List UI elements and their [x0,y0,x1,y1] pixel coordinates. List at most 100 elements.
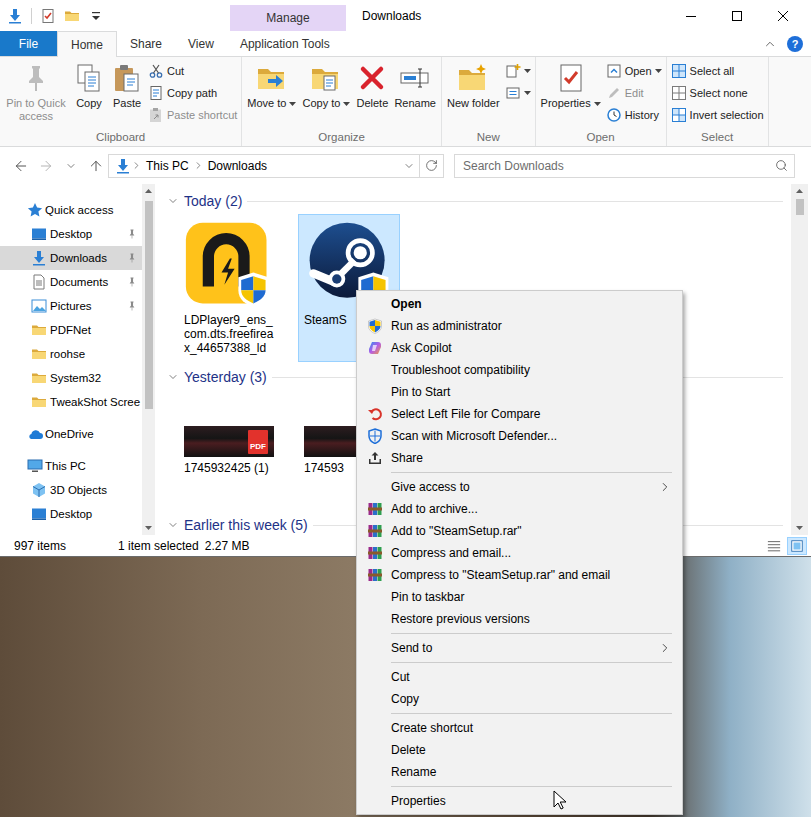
ribbon-small-button[interactable]: Select all [669,60,766,82]
ribbon-large-button[interactable]: Copy to [299,59,353,110]
menu-item[interactable]: Compress to "SteamSetup.rar" and email [357,564,682,586]
view-button[interactable] [764,537,784,555]
up-button[interactable] [83,154,108,178]
nav-item[interactable]: This PC [0,454,142,478]
ribbon-large-button[interactable]: Paste [108,59,146,110]
file-list-scrollbar[interactable] [791,184,808,535]
ribbon-group: New folderNew [442,57,536,146]
nav-section: Quick accessDesktopDownloadsDocumentsPic… [0,198,142,414]
menu-item[interactable]: Cut [357,666,682,688]
menu-item[interactable]: Run as administrator [357,315,682,337]
menu-item[interactable]: Delete [357,739,682,761]
menu-item[interactable]: Pin to taskbar [357,586,682,608]
scroll-thumb[interactable] [796,199,804,215]
file-item[interactable]: LDPlayer9_ens_com.dts.freefireax_4465738… [178,214,280,362]
ribbon-small-button[interactable]: Paste shortcut [146,104,239,126]
refresh-icon [425,159,438,172]
recent-locations-button[interactable] [58,154,83,178]
forward-button[interactable] [33,154,58,178]
ribbon-large-button[interactable]: Properties [538,59,604,110]
menu-item[interactable]: Restore previous versions [357,608,682,630]
search-field[interactable]: Search Downloads [454,154,795,178]
menu-item[interactable]: Troubleshoot compatibility [357,359,682,381]
view-button[interactable] [787,537,807,555]
nav-item[interactable]: TweakShot Scree [0,390,142,414]
close-button[interactable] [760,0,806,31]
maximize-button[interactable] [714,0,760,31]
copy-to-icon [310,62,342,94]
large-icons-view-icon [790,539,804,553]
menu-item[interactable]: Share [357,447,682,469]
ribbon-large-button[interactable]: Move to [244,59,299,110]
scroll-thumb[interactable] [145,201,153,409]
breadcrumb[interactable]: Downloads [204,159,271,173]
nav-item[interactable]: Pictures [0,294,142,318]
menu-item[interactable]: Select Left File for Compare [357,403,682,425]
file-item[interactable]: PDF1745932425 (1) [178,390,280,510]
ribbon-group-label: Select [669,130,766,146]
ribbon-tab[interactable]: Application Tools [227,31,343,56]
nav-item[interactable]: Quick access [0,198,142,222]
ribbon-small-button[interactable]: History [604,104,664,126]
back-button[interactable] [8,154,33,178]
ribbon-small-button[interactable]: Invert selection [669,104,766,126]
menu-item[interactable]: Create shortcut [357,717,682,739]
scroll-up-icon [796,189,803,193]
dropdown-caret-icon [524,69,531,73]
scroll-down-icon [145,526,152,530]
ribbon-tab[interactable]: File [0,31,57,56]
nav-item[interactable]: Desktop [0,502,142,526]
nav-item[interactable]: Documents [0,270,142,294]
ribbon-small-button[interactable] [503,60,533,82]
menu-item[interactable]: Pin to Start [357,381,682,403]
menu-item[interactable]: Properties [357,790,682,812]
ribbon-small-button[interactable] [503,82,533,104]
menu-item[interactable]: Scan with Microsoft Defender... [357,425,682,447]
ribbon-small-button[interactable]: Open [604,60,664,82]
menu-item[interactable]: Rename [357,761,682,783]
folder-icon [31,394,47,410]
menu-item[interactable]: Compress and email... [357,542,682,564]
nav-item[interactable]: Desktop [0,222,142,246]
nav-item[interactable]: Downloads [0,246,142,270]
ribbon-small-button[interactable]: Select none [669,82,766,104]
ribbon-large-button[interactable]: Pin to Quick access [2,59,70,123]
desktop-icon [31,226,47,242]
ribbon-large-button[interactable]: Delete [353,59,391,110]
ribbon-large-button[interactable]: Rename [391,59,439,110]
context-menu: OpenRun as administratorAsk CopilotTroub… [356,290,683,815]
nav-item[interactable]: OneDrive [0,422,142,446]
ribbon-button-column: Select allSelect noneInvert selection [669,59,766,126]
nav-item[interactable]: System32 [0,366,142,390]
nav-item[interactable]: roohse [0,342,142,366]
pin-icon [126,300,138,312]
menu-item[interactable]: Send to [357,637,682,659]
address-dropdown[interactable] [399,155,419,177]
menu-separator [357,710,682,717]
address-bar[interactable]: This PC Downloads [108,154,444,178]
minimize-button[interactable] [668,0,714,31]
nav-item[interactable]: 3D Objects [0,478,142,502]
ribbon-large-button[interactable]: Copy [70,59,108,110]
ribbon-small-button[interactable]: Copy path [146,82,239,104]
menu-item[interactable]: Give access to [357,476,682,498]
menu-item[interactable]: Add to archive... [357,498,682,520]
ribbon-tab[interactable]: View [175,31,227,56]
help-button[interactable]: ? [787,36,803,52]
menu-item[interactable]: Copy [357,688,682,710]
menu-item[interactable]: Ask Copilot [357,337,682,359]
nav-scrollbar[interactable] [142,184,155,535]
breadcrumb[interactable]: This PC [142,159,193,173]
ribbon-tab[interactable]: Home [57,31,117,57]
refresh-button[interactable] [419,155,443,177]
ribbon-small-button[interactable]: Cut [146,60,239,82]
collapse-ribbon-icon[interactable] [763,37,777,51]
ribbon-tab[interactable]: Share [117,31,175,56]
group-header[interactable]: Today (2) [163,192,791,210]
menu-item[interactable]: Add to "SteamSetup.rar" [357,520,682,542]
nav-item[interactable]: PDFNet [0,318,142,342]
delete-icon [356,62,388,94]
ribbon-large-button[interactable]: New folder [444,59,503,110]
ribbon-small-button[interactable]: Edit [604,82,664,104]
menu-item[interactable]: Open [357,293,682,315]
